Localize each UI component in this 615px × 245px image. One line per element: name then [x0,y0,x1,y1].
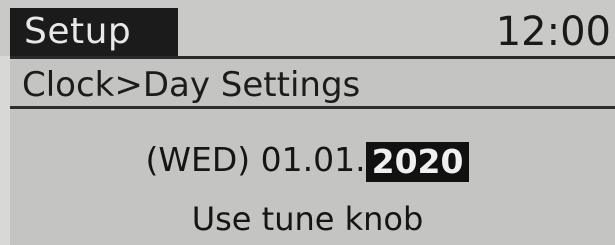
breadcrumb-divider [10,106,615,109]
instruction-text: Use tune knob [191,200,424,238]
page-title: Setup [24,11,132,52]
day-month-value: 01.01. [260,140,366,179]
display-screen: Setup 12:00 Clock>Day Settings (WED) 01.… [0,0,615,245]
header-divider [10,56,615,59]
weekday-label: (WED) [145,140,261,179]
breadcrumb: Clock>Day Settings [22,65,361,105]
year-field-selected[interactable]: 2020 [365,141,470,182]
header-bar: Setup 12:00 [0,0,615,56]
clock-display: 12:00 [495,9,611,55]
date-value: (WED) 01.01. 2020 [0,137,615,183]
